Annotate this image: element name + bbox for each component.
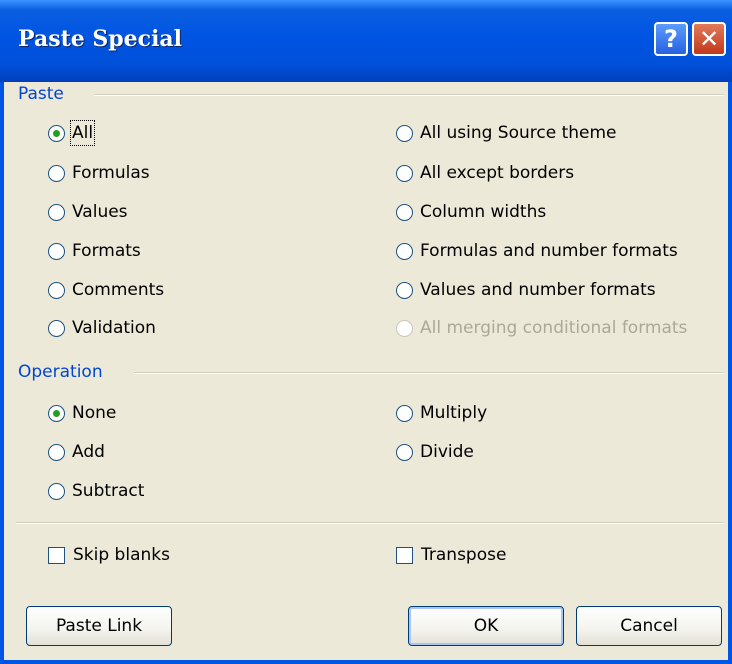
option-label: All bbox=[69, 120, 96, 146]
option-label: Divide bbox=[420, 442, 474, 462]
dialog-body: Paste All Formulas Values Formats Commen… bbox=[0, 82, 732, 664]
paste-option-all[interactable]: All bbox=[48, 120, 96, 146]
operation-group-label: Operation bbox=[18, 362, 113, 382]
cancel-button[interactable]: Cancel bbox=[576, 606, 722, 646]
transpose-checkbox[interactable]: Transpose bbox=[396, 544, 506, 566]
radio-icon[interactable] bbox=[396, 124, 413, 142]
option-label: Comments bbox=[72, 280, 165, 300]
option-label: None bbox=[72, 403, 117, 423]
checkbox-icon[interactable] bbox=[396, 546, 413, 564]
radio-icon[interactable] bbox=[396, 203, 413, 221]
paste-option-formulas[interactable]: Formulas bbox=[48, 162, 150, 184]
radio-icon bbox=[396, 319, 413, 337]
operation-option-add[interactable]: Add bbox=[48, 441, 105, 463]
radio-icon[interactable] bbox=[48, 203, 65, 221]
checkbox-label: Skip blanks bbox=[73, 545, 170, 565]
paste-option-all-except-borders[interactable]: All except borders bbox=[396, 162, 574, 184]
option-label: Multiply bbox=[420, 403, 488, 423]
ok-button[interactable]: OK bbox=[408, 606, 564, 646]
option-label: Formulas bbox=[72, 163, 150, 183]
radio-icon[interactable] bbox=[48, 124, 65, 142]
operation-option-none[interactable]: None bbox=[48, 402, 116, 424]
paste-option-all-using-source-theme[interactable]: All using Source theme bbox=[396, 122, 617, 144]
paste-option-formats[interactable]: Formats bbox=[48, 240, 141, 262]
paste-option-validation[interactable]: Validation bbox=[48, 317, 156, 339]
help-button[interactable]: ? bbox=[654, 22, 688, 56]
option-label: All using Source theme bbox=[420, 123, 617, 143]
option-label: Values bbox=[72, 202, 128, 222]
paste-group-label: Paste bbox=[18, 84, 74, 104]
checkbox-icon[interactable] bbox=[48, 546, 65, 564]
section-divider bbox=[16, 522, 724, 524]
checkbox-label: Transpose bbox=[421, 545, 507, 565]
radio-icon[interactable] bbox=[48, 443, 65, 461]
option-label: Add bbox=[72, 442, 105, 462]
title-bar[interactable]: Paste Special ? ✕ bbox=[0, 0, 732, 82]
close-button[interactable]: ✕ bbox=[692, 22, 726, 56]
help-icon: ? bbox=[664, 25, 678, 53]
option-label: Validation bbox=[72, 318, 156, 338]
paste-option-formulas-and-number-formats[interactable]: Formulas and number formats bbox=[396, 240, 678, 262]
paste-option-values-and-number-formats[interactable]: Values and number formats bbox=[396, 279, 656, 301]
radio-icon[interactable] bbox=[48, 242, 65, 260]
option-label: Formulas and number formats bbox=[420, 241, 678, 261]
option-label: Values and number formats bbox=[420, 280, 656, 300]
option-label: Subtract bbox=[72, 481, 145, 501]
paste-option-all-merging-conditional-formats: All merging conditional formats bbox=[396, 317, 687, 339]
radio-icon[interactable] bbox=[48, 281, 65, 299]
paste-option-values[interactable]: Values bbox=[48, 201, 128, 223]
radio-icon[interactable] bbox=[48, 404, 65, 422]
radio-icon[interactable] bbox=[396, 281, 413, 299]
radio-icon[interactable] bbox=[48, 482, 65, 500]
option-label: Formats bbox=[72, 241, 141, 261]
paste-option-column-widths[interactable]: Column widths bbox=[396, 201, 546, 223]
option-label: Column widths bbox=[420, 202, 547, 222]
skip-blanks-checkbox[interactable]: Skip blanks bbox=[48, 544, 170, 566]
window-title: Paste Special bbox=[18, 26, 183, 52]
radio-icon[interactable] bbox=[396, 164, 413, 182]
radio-icon[interactable] bbox=[396, 242, 413, 260]
close-icon: ✕ bbox=[698, 25, 720, 53]
radio-icon[interactable] bbox=[48, 319, 65, 337]
paste-group-divider bbox=[94, 94, 724, 96]
paste-option-comments[interactable]: Comments bbox=[48, 279, 164, 301]
option-label: All merging conditional formats bbox=[420, 318, 688, 338]
radio-icon[interactable] bbox=[396, 443, 413, 461]
option-label: All except borders bbox=[420, 163, 575, 183]
operation-group-divider bbox=[134, 372, 724, 374]
operation-option-subtract[interactable]: Subtract bbox=[48, 480, 144, 502]
paste-link-button[interactable]: Paste Link bbox=[26, 606, 172, 646]
radio-icon[interactable] bbox=[396, 404, 413, 422]
radio-icon[interactable] bbox=[48, 164, 65, 182]
operation-option-divide[interactable]: Divide bbox=[396, 441, 474, 463]
operation-option-multiply[interactable]: Multiply bbox=[396, 402, 487, 424]
